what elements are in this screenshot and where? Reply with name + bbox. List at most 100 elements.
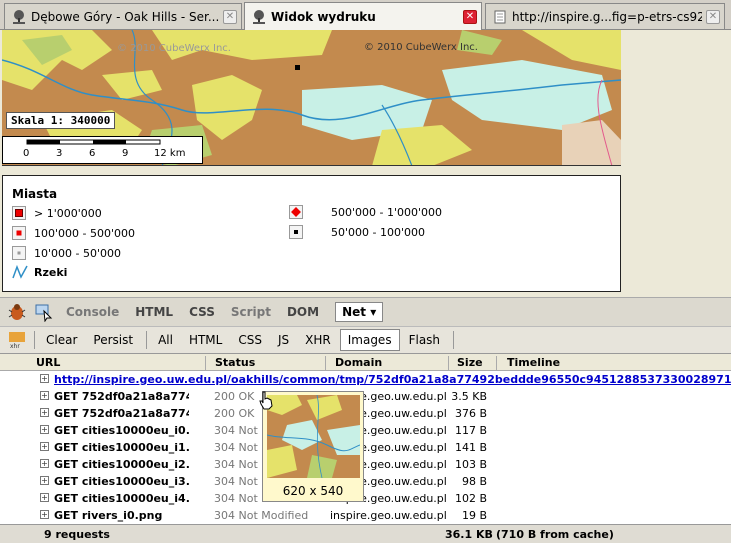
net-request-list: + http://inspire.geo.uw.edu.pl/oakhills/… [0, 371, 731, 524]
table-row[interactable]: + http://inspire.geo.uw.edu.pl/oakhills/… [0, 371, 731, 388]
expand-icon[interactable]: + [40, 459, 49, 468]
tab-oak-hills[interactable]: Dębowe Góry - Oak Hills - Ser... ✕ [4, 3, 242, 29]
hand-cursor-icon [259, 391, 273, 410]
request-status: 304 Not Modified [214, 509, 309, 522]
cache-size: (710 B from cache) [496, 528, 614, 541]
tab-print-preview[interactable]: Widok wydruku ✕ [244, 2, 482, 30]
expand-icon[interactable]: + [40, 374, 49, 383]
grey-dot-icon [12, 246, 26, 260]
filter-xhr[interactable]: XHR [298, 330, 338, 350]
image-preview-tooltip: 620 x 540 [262, 391, 364, 502]
column-timeline[interactable]: Timeline [507, 356, 560, 369]
scale-tick: 3 [56, 148, 63, 159]
request-size: 117 B [454, 424, 487, 437]
chevron-down-icon: ▾ [370, 305, 377, 319]
svg-text:xhr: xhr [10, 343, 20, 349]
filter-js[interactable]: JS [271, 330, 296, 350]
request-url: GET 752df0a21a8a77492 [54, 407, 189, 420]
filter-css[interactable]: CSS [231, 330, 269, 350]
firebug-icon[interactable] [6, 302, 28, 322]
expand-icon[interactable]: + [40, 510, 49, 519]
legend-item: 10'000 - 50'000 [12, 246, 121, 260]
expand-icon[interactable]: + [40, 391, 49, 400]
scale-tick: 0 [23, 148, 30, 159]
request-size: 103 B [454, 458, 487, 471]
table-row[interactable]: + GET rivers_i0.png 304 Not Modified ins… [0, 507, 731, 524]
expand-icon[interactable]: + [40, 493, 49, 502]
legend-item: 50'000 - 100'000 [289, 225, 425, 239]
tab-html[interactable]: HTML [135, 305, 173, 319]
request-domain: inspire.geo.uw.edu.pl [330, 509, 447, 522]
filter-images[interactable]: Images [339, 329, 400, 351]
column-domain[interactable]: Domain [335, 356, 382, 369]
oak-tree-icon [253, 9, 265, 24]
request-url[interactable]: http://inspire.geo.uw.edu.pl/oakhills/co… [54, 373, 731, 386]
request-url: GET 752df0a21a8a77492 [54, 390, 189, 403]
request-size: 3.5 KB [451, 390, 487, 403]
column-url[interactable]: URL [36, 356, 60, 369]
table-row[interactable]: + GET cities10000eu_i1.pr 304 Not Modifi… [0, 439, 731, 456]
tab-script[interactable]: Script [231, 305, 271, 319]
filter-flash[interactable]: Flash [402, 330, 447, 350]
table-row[interactable]: + GET 752df0a21a8a77492 200 OK inspire.g… [0, 405, 731, 422]
close-tab-icon[interactable]: ✕ [223, 9, 237, 24]
persist-button[interactable]: Persist [86, 330, 140, 350]
request-url: GET cities10000eu_i0.pr [54, 424, 189, 437]
table-row[interactable]: + GET cities10000eu_i2.pr 304 Not Modifi… [0, 456, 731, 473]
expand-icon[interactable]: + [40, 425, 49, 434]
xhr-icon[interactable]: xhr [8, 331, 26, 349]
map-legend: Miasta > 1'000'000 500'000 - 1'000'000 1… [2, 175, 621, 292]
request-size: 102 B [454, 492, 487, 505]
expand-icon[interactable]: + [40, 408, 49, 417]
column-status[interactable]: Status [215, 356, 255, 369]
black-square-small-icon [289, 225, 303, 239]
tab-dom[interactable]: DOM [287, 305, 319, 319]
request-size: 141 B [454, 441, 487, 454]
net-summary: 9 requests 36.1 KB (710 B from cache) [0, 524, 731, 543]
expand-icon[interactable]: + [40, 442, 49, 451]
tab-label: Widok wydruku [271, 9, 376, 24]
image-thumbnail [267, 395, 360, 478]
request-url: GET cities10000eu_i3.pr [54, 475, 189, 488]
request-url: GET cities10000eu_i1.pr [54, 441, 189, 454]
inspect-icon[interactable] [34, 302, 54, 322]
request-size: 98 B [461, 475, 487, 488]
clear-button[interactable]: Clear [39, 330, 84, 350]
tab-label: http://inspire.g...fig=p-etrs-cs92 [512, 9, 702, 24]
scale-tick: 6 [89, 148, 96, 159]
expand-icon[interactable]: + [40, 476, 49, 485]
oak-tree-icon [13, 9, 25, 24]
total-size: 36.1 KB [445, 528, 493, 541]
tab-css[interactable]: CSS [189, 305, 215, 319]
request-url: GET cities10000eu_i4.pr [54, 492, 189, 505]
map-copyright-faded: © 2010 CubeWerx Inc. [117, 43, 231, 54]
column-size[interactable]: Size [457, 356, 483, 369]
tab-inspire-url[interactable]: http://inspire.g...fig=p-etrs-cs92 ✕ [485, 3, 725, 29]
legend-item: 500'000 - 1'000'000 [289, 205, 442, 219]
table-row[interactable]: + GET 752df0a21a8a77492 200 OK inspire.g… [0, 388, 731, 405]
tab-label: Dębowe Góry - Oak Hills - Ser... [31, 9, 219, 24]
red-diamond-icon [289, 205, 303, 219]
page-icon [494, 10, 506, 23]
tab-net[interactable]: Net ▾ [335, 302, 384, 322]
scale-tick: 9 [122, 148, 129, 159]
request-size: 19 B [461, 509, 487, 522]
legend-item: Rzeki [12, 265, 67, 279]
request-count: 9 requests [44, 528, 110, 541]
table-row[interactable]: + GET cities10000eu_i3.pr 304 Not Modifi… [0, 473, 731, 490]
legend-item: 100'000 - 500'000 [12, 226, 135, 240]
image-dimensions: 620 x 540 [282, 484, 344, 498]
net-column-headers: URL Status Domain Size Timeline [0, 354, 731, 373]
close-tab-icon[interactable]: ✕ [706, 9, 720, 24]
request-url: GET rivers_i0.png [54, 509, 163, 522]
table-row[interactable]: + GET cities10000eu_i0.pr 304 Not Modifi… [0, 422, 731, 439]
request-size: 376 B [454, 407, 487, 420]
filter-html[interactable]: HTML [182, 330, 229, 350]
close-tab-icon[interactable]: ✕ [463, 9, 477, 24]
table-row[interactable]: + GET cities10000eu_i4.pr 304 Not Modifi… [0, 490, 731, 507]
filter-all[interactable]: All [151, 330, 180, 350]
scale-tick: 12 km [154, 148, 186, 159]
tab-console[interactable]: Console [66, 305, 119, 319]
river-line-icon [12, 265, 28, 279]
legend-item: > 1'000'000 [12, 206, 102, 220]
